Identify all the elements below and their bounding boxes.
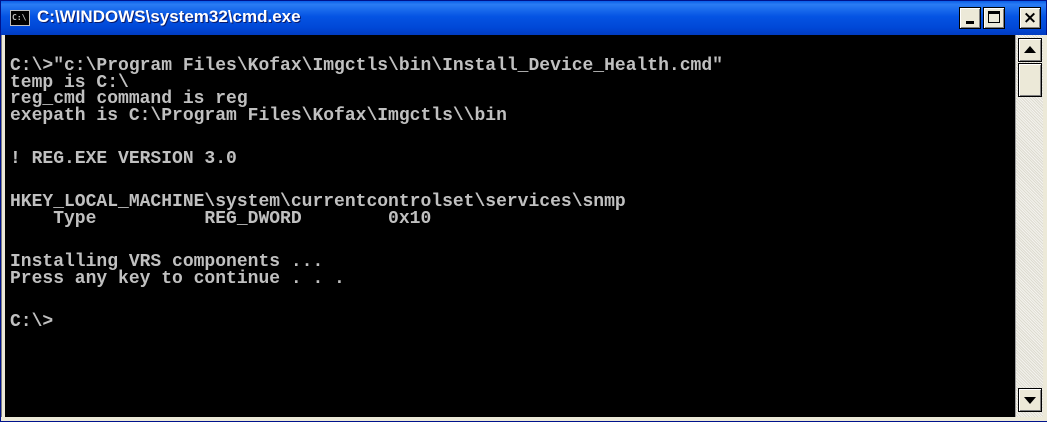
minimize-button[interactable]	[959, 7, 981, 29]
cmd-window: C:\ C:\WINDOWS\system32\cmd.exe × C:\>"c…	[0, 0, 1047, 422]
scroll-up-button[interactable]	[1018, 38, 1042, 62]
scroll-down-button[interactable]	[1018, 388, 1042, 412]
arrow-up-icon	[1024, 46, 1036, 53]
vertical-scrollbar[interactable]	[1015, 35, 1043, 417]
scrollbar-thumb[interactable]	[1018, 63, 1042, 97]
arrow-down-icon	[1024, 397, 1036, 404]
console-line: exepath is C:\Program Files\Kofax\Imgctl…	[10, 106, 507, 126]
window-title: C:\WINDOWS\system32\cmd.exe	[37, 7, 301, 26]
maximize-button[interactable]	[983, 7, 1005, 29]
window-frame-bottom	[1, 417, 1046, 421]
console-output[interactable]: C:\>"c:\Program Files\Kofax\Imgctls\bin\…	[5, 35, 1015, 417]
title-bar[interactable]: C:\ C:\WINDOWS\system32\cmd.exe ×	[1, 1, 1046, 35]
console-icon[interactable]: C:\	[10, 10, 30, 26]
console-line: Press any key to continue . . .	[10, 269, 345, 289]
close-icon: ×	[1022, 8, 1038, 28]
window-frame-right	[1043, 35, 1047, 421]
minimize-icon	[966, 21, 974, 24]
close-button[interactable]: ×	[1019, 7, 1041, 29]
console-line: Type REG_DWORD 0x10	[10, 209, 432, 229]
console-prompt: C:\>	[10, 312, 54, 332]
maximize-icon	[988, 11, 1000, 23]
console-line: ! REG.EXE VERSION 3.0	[10, 149, 237, 169]
